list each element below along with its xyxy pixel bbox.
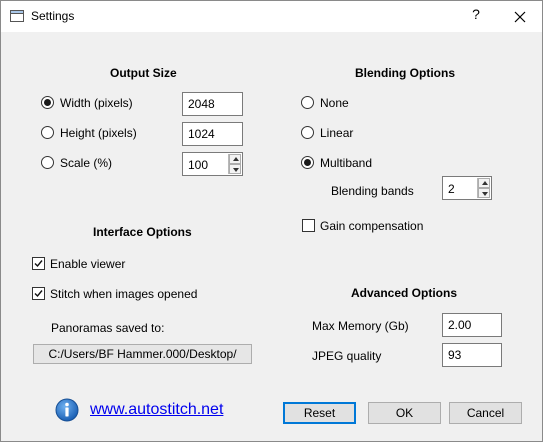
height-label: Height (pixels) [60, 126, 137, 140]
cancel-button[interactable]: Cancel [449, 402, 522, 424]
ok-button[interactable]: OK [368, 402, 441, 424]
stitch-on-open-label: Stitch when images opened [50, 287, 198, 301]
saved-to-label: Panoramas saved to: [51, 321, 165, 335]
reset-button[interactable]: Reset [283, 402, 356, 424]
blend-linear-label: Linear [320, 126, 354, 140]
gain-compensation-label: Gain compensation [320, 219, 424, 233]
spin-down-icon[interactable] [478, 188, 490, 198]
scale-spinbox[interactable]: 100 [182, 152, 243, 176]
bands-spin-arrows [477, 178, 490, 198]
max-memory-field[interactable]: 2.00 [442, 313, 502, 337]
jpeg-quality-label: JPEG quality [312, 349, 382, 363]
blending-options-heading: Blending Options [355, 66, 455, 80]
spin-up-icon[interactable] [229, 154, 241, 164]
info-icon [55, 398, 79, 422]
scale-radio[interactable] [41, 156, 54, 169]
blend-none-radio[interactable] [301, 96, 314, 109]
advanced-options-heading: Advanced Options [351, 286, 458, 300]
blending-bands-label: Blending bands [331, 184, 414, 198]
help-button[interactable]: ? [468, 6, 484, 26]
height-field[interactable]: 1024 [182, 122, 243, 146]
interface-options-heading: Interface Options [93, 225, 192, 239]
enable-viewer-checkbox[interactable] [32, 257, 45, 270]
checkmark-icon [34, 260, 43, 268]
spin-up-icon[interactable] [478, 178, 490, 188]
blend-multiband-label: Multiband [320, 156, 373, 170]
scale-label: Scale (%) [60, 156, 113, 170]
checkmark-icon [34, 290, 43, 298]
close-icon[interactable] [509, 6, 531, 28]
height-radio[interactable] [41, 126, 54, 139]
stitch-on-open-checkbox[interactable] [32, 287, 45, 300]
enable-viewer-label: Enable viewer [50, 257, 126, 271]
width-radio[interactable] [41, 96, 54, 109]
scale-spin-arrows [228, 154, 241, 174]
blending-bands-value: 2 [448, 182, 455, 196]
scale-value: 100 [188, 158, 209, 172]
blending-bands-spinbox[interactable]: 2 [442, 176, 492, 200]
blend-none-label: None [320, 96, 349, 110]
autostitch-website-link[interactable]: www.autostitch.net [90, 401, 223, 419]
width-field[interactable]: 2048 [182, 92, 243, 116]
spin-down-icon[interactable] [229, 164, 241, 174]
settings-dialog: Settings ? Output Size Width (pixels) 20… [0, 0, 543, 442]
jpeg-quality-field[interactable]: 93 [442, 343, 502, 367]
gain-compensation-checkbox[interactable] [302, 219, 315, 232]
output-size-heading: Output Size [110, 66, 177, 80]
title-bar: Settings ? [1, 1, 542, 32]
save-path-button[interactable]: C:/Users/BF Hammer.000/Desktop/ [33, 344, 252, 364]
blend-multiband-radio[interactable] [301, 156, 314, 169]
window-title: Settings [31, 9, 75, 23]
blend-linear-radio[interactable] [301, 126, 314, 139]
app-window-icon [10, 10, 24, 22]
width-label: Width (pixels) [60, 96, 133, 110]
max-memory-label: Max Memory (Gb) [312, 319, 409, 333]
